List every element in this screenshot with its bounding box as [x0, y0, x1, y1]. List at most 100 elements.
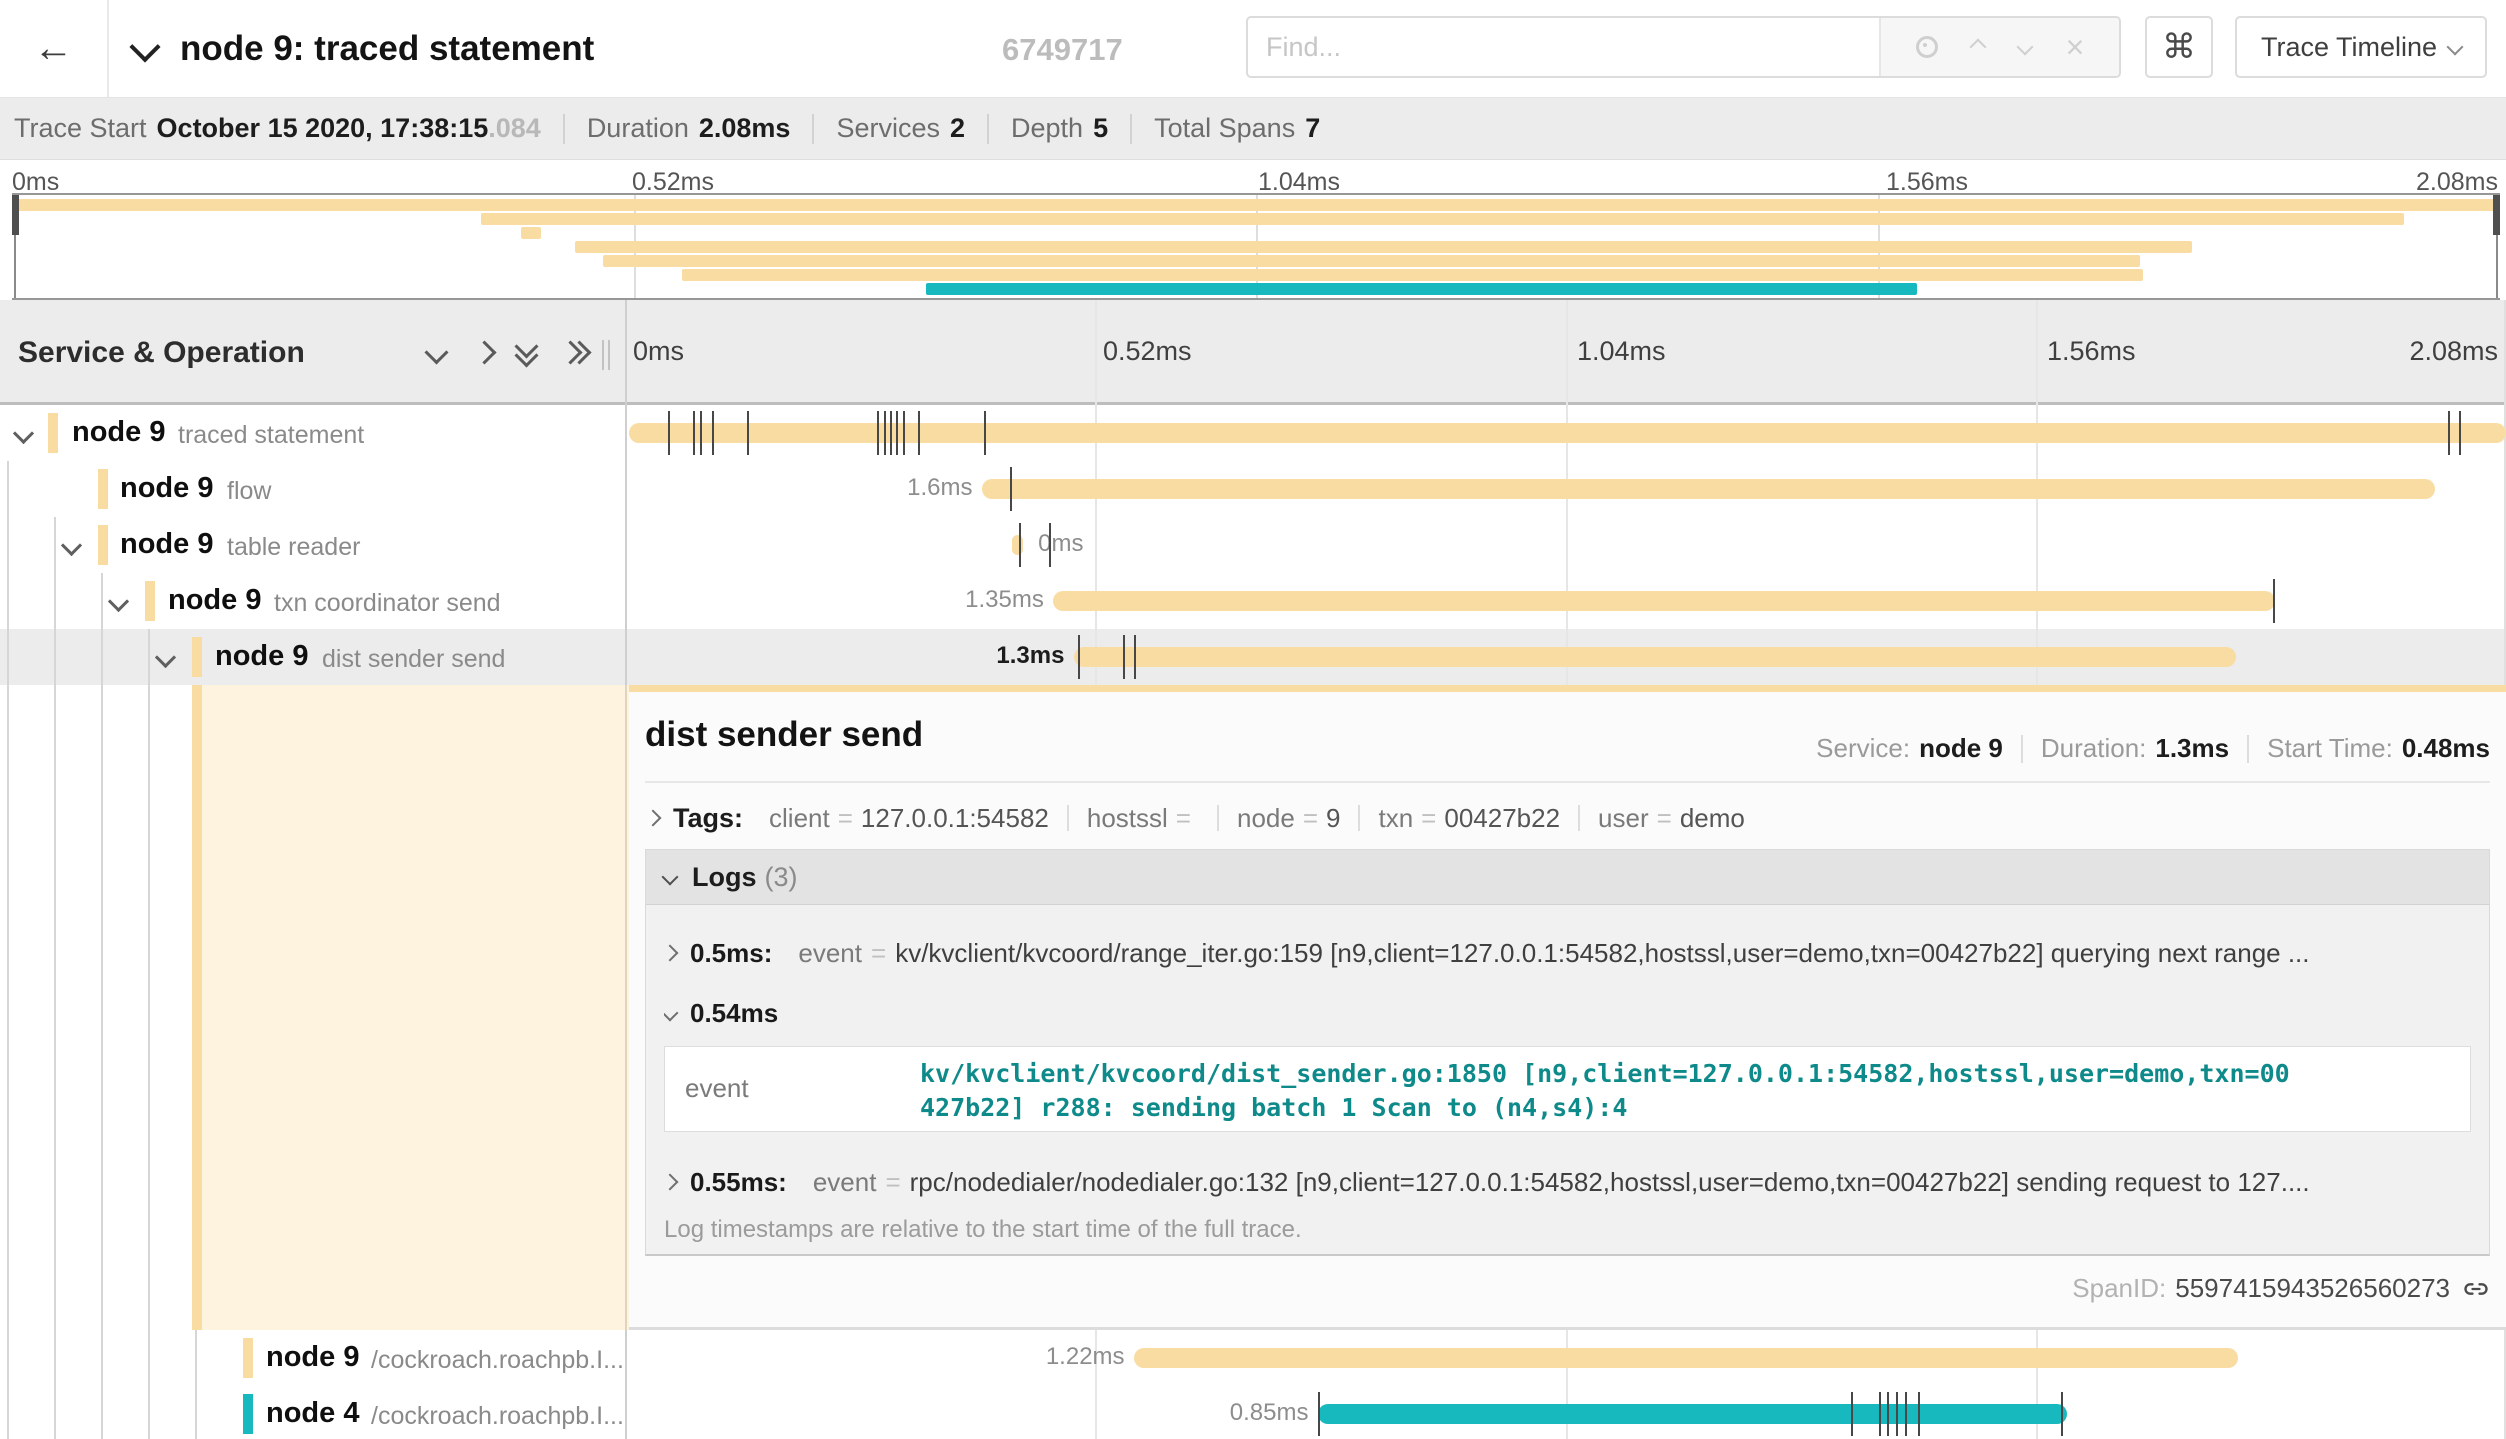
copy-link-icon[interactable] [2462, 1275, 2490, 1303]
span-bar-cell[interactable]: 1.6ms [629, 461, 2506, 517]
span-bar-cell[interactable] [629, 405, 2506, 461]
tags-expand-chevron-icon [645, 810, 662, 827]
span-bar-cell[interactable]: 1.3ms [629, 629, 2506, 685]
span-bar-cell[interactable]: 0.85ms [629, 1386, 2506, 1439]
total-spans-value: 7 [1305, 113, 1320, 144]
span-color-bar [192, 637, 202, 677]
keyboard-shortcuts-button[interactable]: ⌘ [2145, 16, 2213, 78]
start-time-label: Start Time: [2267, 733, 2393, 764]
log-field: event [798, 938, 862, 969]
find-bar: × [1246, 16, 2121, 78]
span-row-dist-sender-send-selected[interactable]: node 9 dist sender send 1.3ms [0, 629, 2506, 685]
divider [987, 114, 989, 144]
minimap-canvas[interactable] [12, 193, 2500, 300]
duration-value: 1.3ms [2155, 733, 2229, 764]
log-entry-3[interactable]: 0.55ms: event = rpc/nodedialer/nodediale… [664, 1165, 2469, 1199]
span-color-bar [145, 581, 155, 621]
trace-timeline-page: ← node 9: traced statement 6749717 × ⌘ T… [0, 0, 2506, 1439]
span-row-node9-request[interactable]: node 9 /cockroach.roachpb.I... 1.22ms [0, 1330, 2506, 1386]
log-expand-chevron-icon [664, 945, 678, 962]
logs-body: 0.5ms: event = kv/kvclient/kvcoord/range… [646, 904, 2489, 1254]
depth-label: Depth [1011, 113, 1083, 144]
logs-section: Logs (3) 0.5ms: event = kv/kvclient/kvco… [645, 849, 2490, 1256]
span-id-label: SpanID: [2072, 1273, 2166, 1304]
span-id-value: 5597415943526560273 [2175, 1273, 2450, 1304]
event-value-line2: 427b22] r288: sending batch 1 Scan to (n… [920, 1091, 2410, 1125]
span-color-bar [48, 413, 58, 453]
back-button[interactable]: ← [0, 0, 109, 97]
tick-156ms: 1.56ms [2047, 336, 2136, 367]
span-bar-cell[interactable]: 0ms [629, 517, 2506, 573]
span-id-row: SpanID: 5597415943526560273 [2072, 1273, 2490, 1304]
span-bar-cell[interactable]: 1.22ms [629, 1330, 2506, 1386]
log-entry-2-header[interactable]: 0.54ms [664, 996, 2469, 1030]
detail-span-title: dist sender send [645, 715, 923, 755]
span-color-bar [98, 525, 108, 565]
expand-one-icon[interactable] [476, 344, 493, 366]
row-collapse-chevron-icon[interactable] [13, 423, 34, 444]
divider [645, 781, 2490, 783]
column-resize-handle[interactable] [602, 340, 614, 370]
page-title: node 9: traced statement [180, 0, 594, 97]
log-expand-chevron-icon [664, 1174, 678, 1191]
tags-toggle-row[interactable]: Tags: client=127.0.0.1:54582 hostssl= no… [647, 801, 1745, 835]
trace-minimap[interactable]: 0ms 0.52ms 1.04ms 1.56ms 2.08ms [0, 160, 2506, 301]
operation-name: /cockroach.roachpb.I... [371, 1402, 624, 1431]
logs-collapse-chevron-icon [662, 869, 679, 886]
span-row-node4-request[interactable]: node 4 /cockroach.roachpb.I... 0.85ms [0, 1386, 2506, 1439]
operation-name: flow [227, 477, 271, 506]
divider [2247, 735, 2249, 763]
total-spans-label: Total Spans [1154, 113, 1295, 144]
service-name: node 9 [266, 1341, 359, 1374]
collapse-all-icon[interactable] [518, 338, 538, 367]
next-match-chevron-icon[interactable] [2016, 39, 2033, 56]
minimap-left-scrubber[interactable] [12, 195, 19, 235]
service-label: Service: [1816, 733, 1910, 764]
tag-value: 127.0.0.1:54582 [861, 803, 1049, 834]
span-row-table-reader[interactable]: node 9 table reader 0ms [0, 517, 2506, 573]
span-bar-cell[interactable]: 1.35ms [629, 573, 2506, 629]
collapse-all-chevron-icon[interactable] [129, 31, 160, 62]
find-tools: × [1879, 18, 2119, 76]
minimap-left-scrubber-stem [14, 235, 16, 298]
view-selector-label: Trace Timeline [2261, 32, 2437, 63]
clear-search-icon[interactable]: × [2066, 31, 2085, 63]
detail-top-border [629, 685, 2506, 692]
prev-match-chevron-icon[interactable] [1970, 39, 1987, 56]
divider [1067, 805, 1069, 831]
event-value-line1: kv/kvclient/kvcoord/dist_sender.go:1850 … [920, 1057, 2410, 1091]
row-collapse-chevron-icon[interactable] [155, 647, 176, 668]
operation-name: txn coordinator send [274, 589, 501, 618]
duration-label: Duration [587, 113, 689, 144]
log-collapse-chevron-icon [664, 1005, 678, 1022]
service-name: node 9 [72, 416, 165, 449]
collapse-one-icon[interactable] [428, 344, 445, 366]
divider [1578, 805, 1580, 831]
log-value: rpc/nodedialer/nodedialer.go:132 [n9,cli… [910, 1167, 2310, 1198]
divider [1358, 805, 1360, 831]
find-input[interactable] [1248, 18, 1896, 76]
services-value: 2 [950, 113, 965, 144]
logs-title: Logs [692, 862, 757, 893]
service-name: node 9 [168, 584, 261, 617]
command-icon: ⌘ [2162, 27, 2196, 67]
span-row-traced-statement[interactable]: node 9 traced statement [0, 405, 2506, 461]
log-entry-1[interactable]: 0.5ms: event = kv/kvclient/kvcoord/range… [664, 936, 2469, 970]
row-collapse-chevron-icon[interactable] [61, 535, 82, 556]
operation-name: traced statement [178, 421, 364, 450]
log-value: kv/kvclient/kvcoord/range_iter.go:159 [n… [895, 938, 2309, 969]
view-selector-dropdown[interactable]: Trace Timeline [2235, 16, 2487, 78]
span-row-flow[interactable]: node 9 flow 1.6ms [0, 461, 2506, 517]
locate-icon[interactable] [1916, 36, 1938, 58]
log-field: event [813, 1167, 877, 1198]
row-collapse-chevron-icon[interactable] [108, 591, 129, 612]
minimap-right-scrubber[interactable] [2493, 195, 2500, 235]
divider [563, 114, 565, 144]
detail-overview: Service: node 9 Duration: 1.3ms Start Ti… [1816, 733, 2490, 764]
service-name: node 4 [266, 1397, 359, 1430]
span-row-txn-coordinator-send[interactable]: node 9 txn coordinator send 1.35ms [0, 573, 2506, 629]
logs-toggle-header[interactable]: Logs (3) [646, 850, 2489, 905]
divider [2021, 735, 2023, 763]
tags-label: Tags: [673, 803, 743, 834]
expand-all-icon[interactable] [562, 340, 582, 369]
